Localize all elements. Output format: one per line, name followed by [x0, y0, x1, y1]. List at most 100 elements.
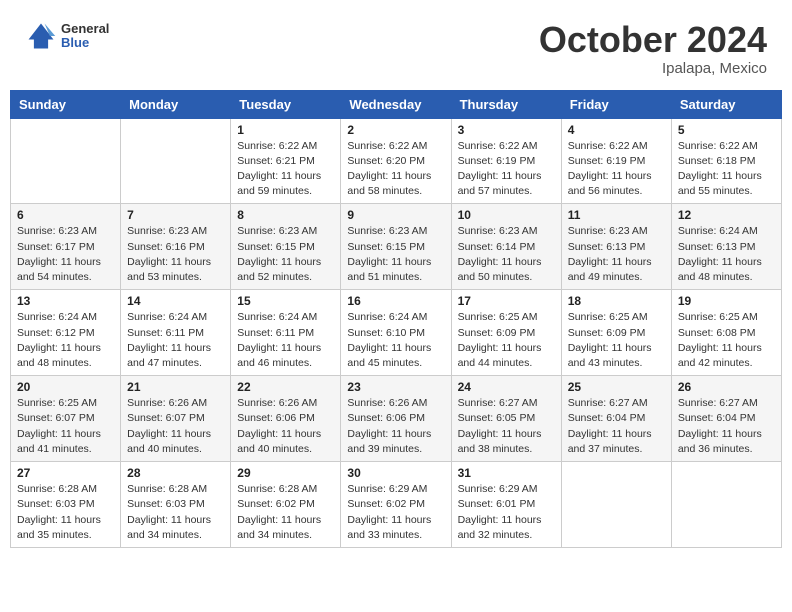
calendar-week-row: 27 Sunrise: 6:28 AM Sunset: 6:03 PM Dayli…: [11, 462, 782, 548]
day-info: Sunrise: 6:27 AM Sunset: 6:04 PM Dayligh…: [678, 396, 775, 457]
day-number: 18: [568, 294, 665, 308]
location: Ipalapa, Mexico: [539, 60, 767, 77]
page-header: General Blue October 2024 Ipalapa, Mexic…: [10, 10, 782, 82]
calendar-cell: [671, 462, 781, 548]
logo-blue: Blue: [61, 36, 109, 50]
day-header-saturday: Saturday: [671, 90, 781, 118]
day-info: Sunrise: 6:26 AM Sunset: 6:06 PM Dayligh…: [237, 396, 334, 457]
day-info: Sunrise: 6:26 AM Sunset: 6:07 PM Dayligh…: [127, 396, 224, 457]
calendar-cell: 5 Sunrise: 6:22 AM Sunset: 6:18 PM Daylig…: [671, 118, 781, 204]
logo-icon: [25, 20, 57, 52]
day-number: 6: [17, 208, 114, 222]
calendar-cell: 18 Sunrise: 6:25 AM Sunset: 6:09 PM Dayli…: [561, 290, 671, 376]
day-header-wednesday: Wednesday: [341, 90, 451, 118]
calendar-cell: 4 Sunrise: 6:22 AM Sunset: 6:19 PM Daylig…: [561, 118, 671, 204]
day-info: Sunrise: 6:25 AM Sunset: 6:09 PM Dayligh…: [458, 310, 555, 371]
day-number: 24: [458, 380, 555, 394]
calendar-cell: 28 Sunrise: 6:28 AM Sunset: 6:03 PM Dayli…: [121, 462, 231, 548]
logo-text: General Blue: [61, 22, 109, 51]
calendar-cell: 21 Sunrise: 6:26 AM Sunset: 6:07 PM Dayli…: [121, 376, 231, 462]
calendar-week-row: 20 Sunrise: 6:25 AM Sunset: 6:07 PM Dayli…: [11, 376, 782, 462]
day-number: 7: [127, 208, 224, 222]
calendar-cell: 16 Sunrise: 6:24 AM Sunset: 6:10 PM Dayli…: [341, 290, 451, 376]
calendar-cell: 25Sunrise: 6:27 AM Sunset: 6:04 PM Dayli…: [561, 376, 671, 462]
day-number: 16: [347, 294, 444, 308]
day-number: 12: [678, 208, 775, 222]
calendar-cell: 27Sunrise: 6:28 AM Sunset: 6:03 PM Dayli…: [11, 462, 121, 548]
calendar-cell: 7 Sunrise: 6:23 AM Sunset: 6:16 PM Daylig…: [121, 204, 231, 290]
day-header-monday: Monday: [121, 90, 231, 118]
calendar-cell: 24 Sunrise: 6:27 AM Sunset: 6:05 PM Dayli…: [451, 376, 561, 462]
day-number: 25: [568, 380, 665, 394]
calendar-cell: 9 Sunrise: 6:23 AM Sunset: 6:15 PM Daylig…: [341, 204, 451, 290]
day-number: 20: [17, 380, 114, 394]
day-number: 28: [127, 466, 224, 480]
calendar-cell: 22Sunrise: 6:26 AM Sunset: 6:06 PM Dayli…: [231, 376, 341, 462]
day-info: Sunrise: 6:23 AM Sunset: 6:16 PM Dayligh…: [127, 224, 224, 285]
calendar-cell: [121, 118, 231, 204]
title-area: October 2024 Ipalapa, Mexico: [539, 20, 767, 77]
day-info: Sunrise: 6:24 AM Sunset: 6:11 PM Dayligh…: [127, 310, 224, 371]
day-number: 27: [17, 466, 114, 480]
day-info: Sunrise: 6:23 AM Sunset: 6:15 PM Dayligh…: [347, 224, 444, 285]
calendar-cell: 14Sunrise: 6:24 AM Sunset: 6:11 PM Dayli…: [121, 290, 231, 376]
day-info: Sunrise: 6:22 AM Sunset: 6:18 PM Dayligh…: [678, 139, 775, 200]
calendar-cell: 10Sunrise: 6:23 AM Sunset: 6:14 PM Dayli…: [451, 204, 561, 290]
calendar-cell: 6 Sunrise: 6:23 AM Sunset: 6:17 PM Daylig…: [11, 204, 121, 290]
day-number: 21: [127, 380, 224, 394]
day-info: Sunrise: 6:25 AM Sunset: 6:08 PM Dayligh…: [678, 310, 775, 371]
calendar-cell: 31Sunrise: 6:29 AM Sunset: 6:01 PM Dayli…: [451, 462, 561, 548]
calendar-cell: 29 Sunrise: 6:28 AM Sunset: 6:02 PM Dayli…: [231, 462, 341, 548]
day-header-friday: Friday: [561, 90, 671, 118]
day-info: Sunrise: 6:26 AM Sunset: 6:06 PM Dayligh…: [347, 396, 444, 457]
calendar-cell: 1 Sunrise: 6:22 AM Sunset: 6:21 PM Daylig…: [231, 118, 341, 204]
day-info: Sunrise: 6:22 AM Sunset: 6:21 PM Dayligh…: [237, 139, 334, 200]
day-header-sunday: Sunday: [11, 90, 121, 118]
day-info: Sunrise: 6:22 AM Sunset: 6:19 PM Dayligh…: [458, 139, 555, 200]
day-number: 1: [237, 123, 334, 137]
day-info: Sunrise: 6:23 AM Sunset: 6:13 PM Dayligh…: [568, 224, 665, 285]
calendar-cell: 12 Sunrise: 6:24 AM Sunset: 6:13 PM Dayli…: [671, 204, 781, 290]
day-info: Sunrise: 6:22 AM Sunset: 6:19 PM Dayligh…: [568, 139, 665, 200]
day-info: Sunrise: 6:23 AM Sunset: 6:15 PM Dayligh…: [237, 224, 334, 285]
day-number: 3: [458, 123, 555, 137]
day-number: 5: [678, 123, 775, 137]
day-number: 23: [347, 380, 444, 394]
day-number: 4: [568, 123, 665, 137]
month-title: October 2024: [539, 20, 767, 60]
calendar-cell: 17 Sunrise: 6:25 AM Sunset: 6:09 PM Dayli…: [451, 290, 561, 376]
calendar-cell: [11, 118, 121, 204]
day-number: 17: [458, 294, 555, 308]
day-number: 9: [347, 208, 444, 222]
day-header-tuesday: Tuesday: [231, 90, 341, 118]
day-info: Sunrise: 6:25 AM Sunset: 6:09 PM Dayligh…: [568, 310, 665, 371]
calendar-cell: 8 Sunrise: 6:23 AM Sunset: 6:15 PM Daylig…: [231, 204, 341, 290]
calendar-cell: 26 Sunrise: 6:27 AM Sunset: 6:04 PM Dayli…: [671, 376, 781, 462]
calendar-header-row: SundayMondayTuesdayWednesdayThursdayFrid…: [11, 90, 782, 118]
day-info: Sunrise: 6:28 AM Sunset: 6:03 PM Dayligh…: [127, 482, 224, 543]
calendar-week-row: 13Sunrise: 6:24 AM Sunset: 6:12 PM Dayli…: [11, 290, 782, 376]
day-number: 19: [678, 294, 775, 308]
day-number: 2: [347, 123, 444, 137]
day-info: Sunrise: 6:23 AM Sunset: 6:17 PM Dayligh…: [17, 224, 114, 285]
calendar-cell: 3 Sunrise: 6:22 AM Sunset: 6:19 PM Daylig…: [451, 118, 561, 204]
day-info: Sunrise: 6:23 AM Sunset: 6:14 PM Dayligh…: [458, 224, 555, 285]
day-number: 26: [678, 380, 775, 394]
day-info: Sunrise: 6:29 AM Sunset: 6:02 PM Dayligh…: [347, 482, 444, 543]
day-number: 29: [237, 466, 334, 480]
day-info: Sunrise: 6:27 AM Sunset: 6:05 PM Dayligh…: [458, 396, 555, 457]
day-header-thursday: Thursday: [451, 90, 561, 118]
logo-general: General: [61, 22, 109, 36]
day-number: 8: [237, 208, 334, 222]
day-info: Sunrise: 6:22 AM Sunset: 6:20 PM Dayligh…: [347, 139, 444, 200]
calendar-cell: 11Sunrise: 6:23 AM Sunset: 6:13 PM Dayli…: [561, 204, 671, 290]
day-info: Sunrise: 6:24 AM Sunset: 6:13 PM Dayligh…: [678, 224, 775, 285]
day-info: Sunrise: 6:28 AM Sunset: 6:02 PM Dayligh…: [237, 482, 334, 543]
calendar-cell: 20 Sunrise: 6:25 AM Sunset: 6:07 PM Dayli…: [11, 376, 121, 462]
day-number: 13: [17, 294, 114, 308]
day-info: Sunrise: 6:29 AM Sunset: 6:01 PM Dayligh…: [458, 482, 555, 543]
calendar-week-row: 1 Sunrise: 6:22 AM Sunset: 6:21 PM Daylig…: [11, 118, 782, 204]
day-number: 15: [237, 294, 334, 308]
day-info: Sunrise: 6:25 AM Sunset: 6:07 PM Dayligh…: [17, 396, 114, 457]
day-info: Sunrise: 6:24 AM Sunset: 6:10 PM Dayligh…: [347, 310, 444, 371]
